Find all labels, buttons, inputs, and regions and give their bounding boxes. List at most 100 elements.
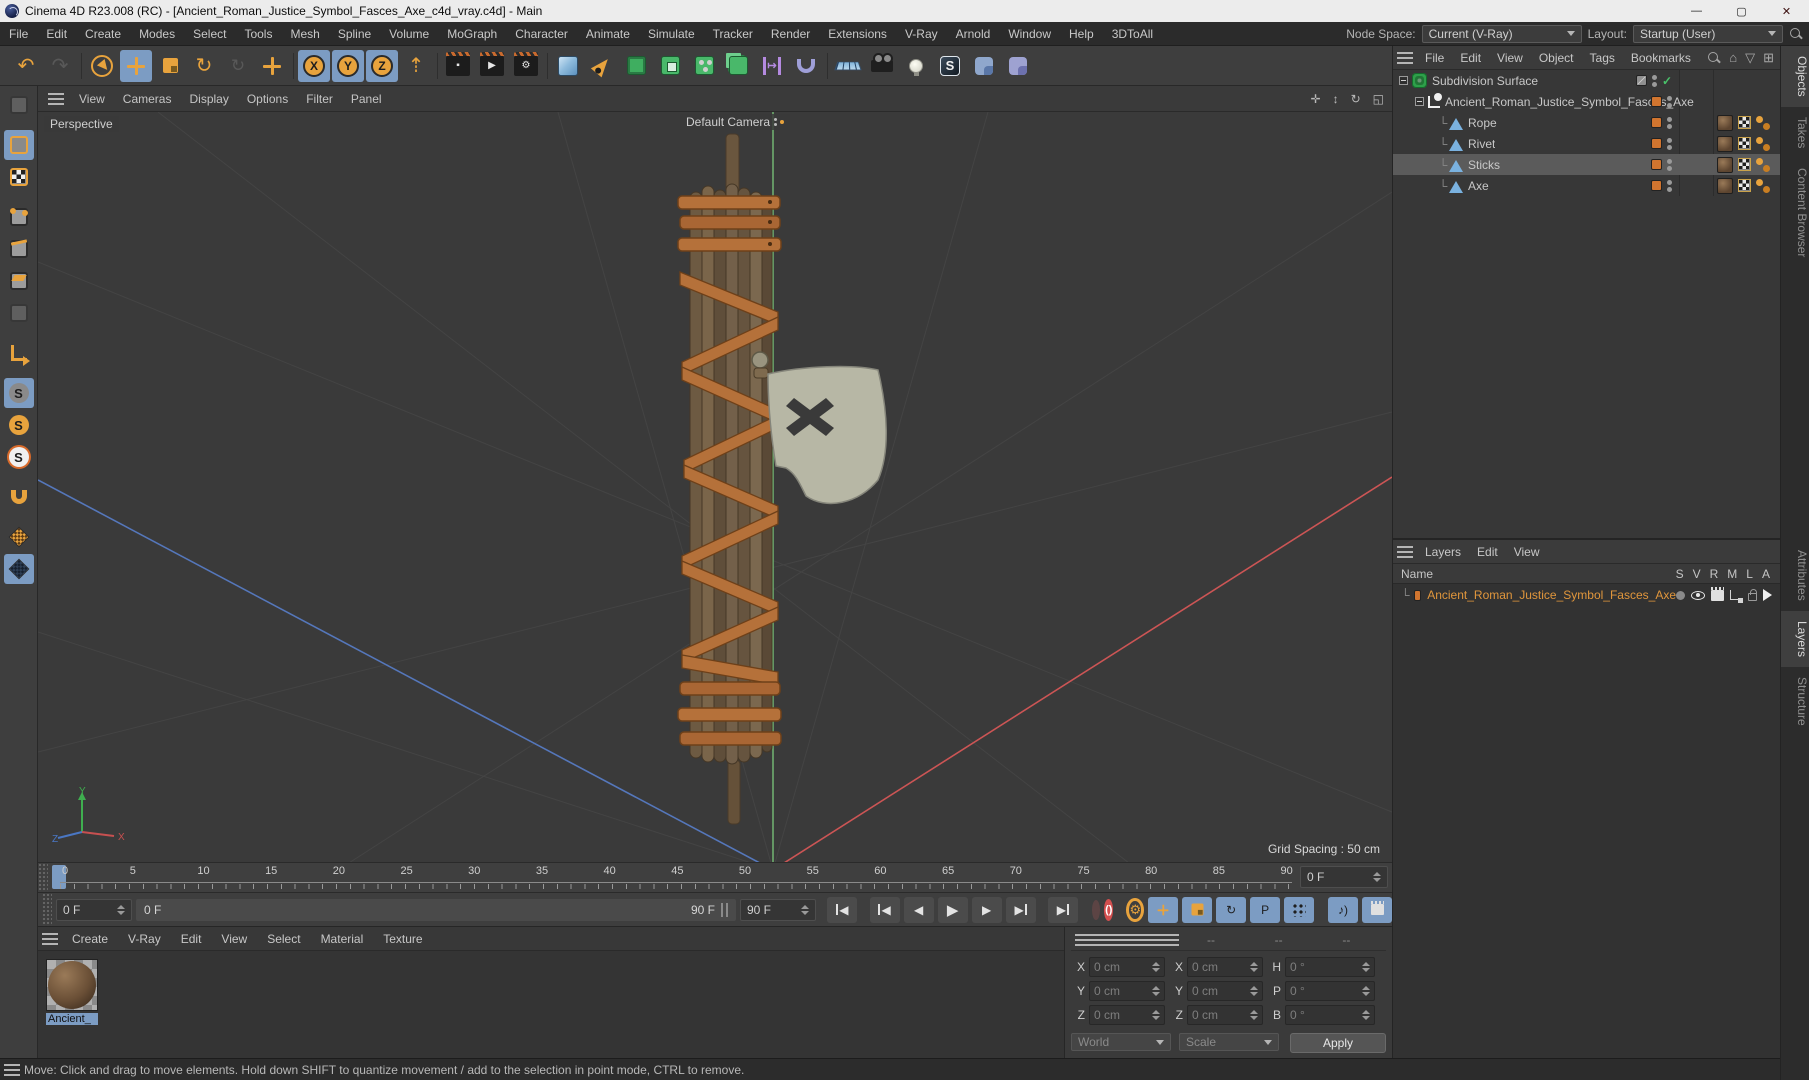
- layer-swatch[interactable]: [1651, 159, 1662, 170]
- manager-icon[interactable]: [1730, 590, 1743, 603]
- viewport[interactable]: Perspective Default Camera Grid Spacing …: [38, 112, 1392, 862]
- om-menu-edit[interactable]: Edit: [1452, 51, 1489, 65]
- point-mode-button[interactable]: [4, 202, 34, 232]
- spline-pen-button[interactable]: [586, 50, 618, 82]
- lock-icon[interactable]: [1748, 589, 1757, 601]
- menu-select[interactable]: Select: [184, 22, 235, 46]
- python-button[interactable]: [968, 50, 1000, 82]
- menu-spline[interactable]: Spline: [329, 22, 380, 46]
- fields-button[interactable]: ↦: [756, 50, 788, 82]
- z-axis-lock-button[interactable]: Z: [366, 49, 398, 82]
- deformers-button[interactable]: [790, 50, 822, 82]
- enable-dots[interactable]: [1667, 116, 1672, 129]
- tree-row-fasces-axe[interactable]: Ancient_Roman_Justice_Symbol_Fasces_Axe: [1393, 91, 1780, 112]
- last-tools-button[interactable]: ↻: [222, 50, 254, 82]
- tab-layers[interactable]: Layers: [1781, 610, 1809, 667]
- close-button[interactable]: ✕: [1764, 0, 1809, 22]
- render-picture-viewer-button[interactable]: ▶: [476, 50, 508, 82]
- menu-file[interactable]: File: [0, 22, 37, 46]
- transport-grip[interactable]: [42, 893, 52, 926]
- om-menu-view[interactable]: View: [1489, 51, 1531, 65]
- polygon-mode-button[interactable]: [4, 266, 34, 296]
- viewport-maximize-icon[interactable]: ◱: [1373, 92, 1384, 106]
- material-menu-v-ray[interactable]: V-Ray: [118, 932, 171, 946]
- menu-arnold[interactable]: Arnold: [947, 22, 1000, 46]
- uvw-tag[interactable]: [1738, 179, 1751, 192]
- subdivision-surface-button[interactable]: [620, 50, 652, 82]
- layer-swatch[interactable]: [1651, 180, 1662, 191]
- current-frame-field[interactable]: 0 F: [1300, 866, 1388, 888]
- menu-mograph[interactable]: MoGraph: [438, 22, 506, 46]
- menu-create[interactable]: Create: [76, 22, 130, 46]
- viewport-pan-icon[interactable]: ✛: [1311, 92, 1321, 106]
- ruler-grip[interactable]: [38, 863, 48, 892]
- play-button[interactable]: ▶: [937, 896, 968, 923]
- enable-dots[interactable]: [1667, 158, 1672, 171]
- visibility-eye-icon[interactable]: [1691, 590, 1705, 600]
- record-scale-button[interactable]: [1182, 896, 1213, 923]
- tree-row-sticks[interactable]: └ Sticks: [1393, 154, 1780, 175]
- om-menu-tags[interactable]: Tags: [1582, 51, 1623, 65]
- add-object-icon[interactable]: ⊞: [1763, 50, 1774, 66]
- texture-mode-button[interactable]: [4, 162, 34, 192]
- snap-modes-button[interactable]: S: [4, 410, 34, 440]
- menu-v-ray[interactable]: V-Ray: [896, 22, 947, 46]
- maximize-button[interactable]: ▢: [1719, 0, 1764, 22]
- render-preview-button[interactable]: [1362, 896, 1392, 923]
- menu-mesh[interactable]: Mesh: [281, 22, 328, 46]
- material-menu-create[interactable]: Create: [62, 932, 118, 946]
- menu-edit[interactable]: Edit: [37, 22, 76, 46]
- previous-key-button[interactable]: ◀: [869, 896, 900, 923]
- previous-frame-button[interactable]: ◀: [903, 896, 934, 923]
- scale-tool-button[interactable]: [154, 50, 186, 82]
- generators-button[interactable]: [654, 50, 686, 82]
- tree-row-rivet[interactable]: └ Rivet: [1393, 133, 1780, 154]
- material-thumbnail[interactable]: [46, 959, 98, 1011]
- y-axis-lock-button[interactable]: Y: [332, 49, 364, 82]
- volume-builder-button[interactable]: [722, 50, 754, 82]
- minimize-button[interactable]: —: [1674, 0, 1719, 22]
- viewport-menu-options[interactable]: Options: [238, 92, 297, 106]
- tab-structure[interactable]: Structure: [1781, 667, 1809, 736]
- start-frame-spinner[interactable]: [117, 904, 125, 915]
- size-y-field[interactable]: 0 cm: [1187, 981, 1263, 1001]
- record-keyframe-button[interactable]: [1091, 899, 1101, 920]
- viewport-view-label[interactable]: Perspective: [44, 116, 119, 132]
- primitive-cube-button[interactable]: [552, 50, 584, 82]
- redo-button[interactable]: ↷: [44, 50, 76, 82]
- material-menu-icon[interactable]: [42, 932, 58, 945]
- live-selection-button[interactable]: [86, 50, 118, 82]
- layer-swatch[interactable]: [1651, 138, 1662, 149]
- enable-dots[interactable]: [1667, 137, 1672, 150]
- start-frame-field[interactable]: 0 F: [56, 898, 132, 921]
- menu-tracker[interactable]: Tracker: [704, 22, 762, 46]
- coordinates-menu-icon[interactable]: [1075, 933, 1179, 946]
- material-tag[interactable]: [1717, 135, 1733, 152]
- viewport-rotate-icon[interactable]: ↻: [1351, 92, 1361, 106]
- floor-environment-button[interactable]: [832, 50, 864, 82]
- expander-icon[interactable]: [1415, 97, 1424, 106]
- om-menu-bookmarks[interactable]: Bookmarks: [1623, 51, 1699, 65]
- next-key-button[interactable]: ▶: [1005, 896, 1036, 923]
- timeline-ruler[interactable]: 0 5 10 15 20 25 30 35 40 45 50 55 60 65 70 75 80 85 90 0 F: [38, 862, 1392, 892]
- object-manager-menu-icon[interactable]: [1397, 51, 1413, 64]
- menu-render[interactable]: Render: [762, 22, 819, 46]
- animation-icon[interactable]: [1763, 589, 1772, 601]
- material-tag[interactable]: [1717, 114, 1733, 131]
- script-button[interactable]: [1002, 50, 1034, 82]
- record-parameter-button[interactable]: P: [1250, 896, 1281, 923]
- record-position-button[interactable]: [1148, 896, 1179, 923]
- viewport-camera-label[interactable]: Default Camera: [680, 114, 791, 130]
- move-tool-button[interactable]: [120, 49, 152, 82]
- position-x-field[interactable]: 0 cm: [1089, 957, 1165, 977]
- menu-extensions[interactable]: Extensions: [819, 22, 896, 46]
- rotation-h-field[interactable]: 0 °: [1285, 957, 1375, 977]
- rotation-p-field[interactable]: 0 °: [1285, 981, 1375, 1001]
- solo-icon[interactable]: [1676, 590, 1685, 600]
- enable-dots[interactable]: [1667, 179, 1672, 192]
- menu-tools[interactable]: Tools: [235, 22, 281, 46]
- material-tag[interactable]: [1717, 177, 1733, 194]
- end-frame-field[interactable]: 90 F: [740, 898, 816, 921]
- model-mode-button[interactable]: [3, 130, 34, 160]
- layers-menu-view[interactable]: View: [1506, 545, 1548, 559]
